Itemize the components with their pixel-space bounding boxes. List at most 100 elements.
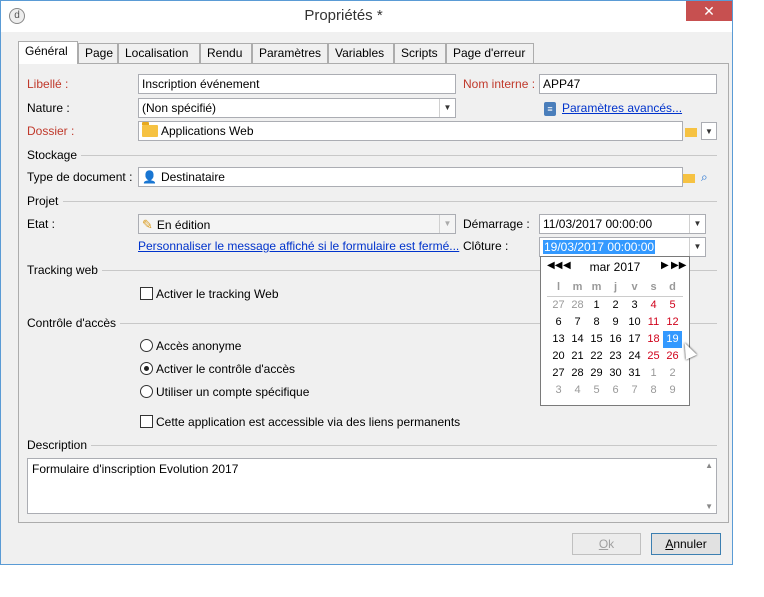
calendar-day[interactable]: 20 <box>549 348 568 365</box>
etat-label: Etat : <box>27 217 56 231</box>
scroll-up-icon[interactable]: ▲ <box>705 461 713 470</box>
calendar-day[interactable]: 25 <box>644 348 663 365</box>
date-picker-popup: ◀◀ ◀ mar 2017 ▶ ▶▶ l m m j v s d 27 28 1 2 3 4 5 6 7 8 9 1… <box>540 256 690 406</box>
calendar-day[interactable]: 10 <box>625 314 644 331</box>
calendar-day[interactable]: 18 <box>644 331 663 348</box>
calendar-day[interactable]: 17 <box>625 331 644 348</box>
radio-acces-anonyme[interactable] <box>140 339 153 352</box>
calendar-day[interactable]: 30 <box>606 365 625 382</box>
calendar-day[interactable]: 5 <box>587 382 606 399</box>
tab-variables[interactable]: Variables <box>328 43 394 63</box>
tab-page[interactable]: Page <box>78 43 118 63</box>
demarrage-input[interactable]: 11/03/2017 00:00:00 ▼ <box>539 214 706 234</box>
chevron-down-icon[interactable]: ▼ <box>439 99 455 117</box>
type-document-input[interactable]: 👤 Destinataire <box>138 167 683 187</box>
dossier-dropdown-button[interactable]: ▼ <box>701 122 717 140</box>
permalink-checkbox[interactable] <box>140 415 153 428</box>
dossier-label: Dossier : <box>27 124 75 138</box>
folder-browse-icon[interactable] <box>685 128 697 137</box>
nature-select[interactable]: (Non spécifié) ▼ <box>138 98 456 118</box>
description-textarea[interactable]: Formulaire d'inscription Evolution 2017 … <box>27 458 717 514</box>
calendar-day[interactable]: 28 <box>568 365 587 382</box>
nature-label: Nature : <box>27 101 70 115</box>
calendar-day[interactable]: 12 <box>663 314 682 331</box>
calendar-dow-4: v <box>631 281 638 293</box>
calendar-day[interactable]: 14 <box>568 331 587 348</box>
calendar-day[interactable]: 2 <box>663 365 682 382</box>
dossier-value: Applications Web <box>161 124 254 138</box>
search-icon[interactable]: ⌕ <box>701 170 708 185</box>
type-folder-icon[interactable] <box>683 174 695 183</box>
scroll-down-icon[interactable]: ▼ <box>705 502 713 511</box>
window-title: Propriétés * <box>304 7 383 24</box>
calendar-day[interactable]: 8 <box>587 314 606 331</box>
calendar-day[interactable]: 9 <box>606 314 625 331</box>
tab-general[interactable]: Général <box>18 41 78 64</box>
ok-label-rest: k <box>608 537 615 551</box>
calendar-day[interactable]: 24 <box>625 348 644 365</box>
calendar-day[interactable]: 16 <box>606 331 625 348</box>
tab-parametres[interactable]: Paramètres <box>252 43 328 63</box>
cancel-button[interactable]: Annuler <box>651 533 721 555</box>
calendar-day[interactable]: 3 <box>549 382 568 399</box>
calendar-day[interactable]: 8 <box>644 382 663 399</box>
calendar-day[interactable]: 15 <box>587 331 606 348</box>
libelle-input[interactable]: Inscription événement <box>138 74 456 94</box>
calendar-day[interactable]: 29 <box>587 365 606 382</box>
calendar-day[interactable]: 11 <box>644 314 663 331</box>
calendar-day[interactable]: 26 <box>663 348 682 365</box>
calendar-day[interactable]: 1 <box>644 365 663 382</box>
custom-closed-message-link[interactable]: Personnaliser le message affiché si le f… <box>138 239 459 253</box>
calendar-day[interactable]: 3 <box>625 297 644 314</box>
calendar-day[interactable]: 2 <box>606 297 625 314</box>
calendar-day[interactable]: 27 <box>549 365 568 382</box>
calendar-day[interactable]: 4 <box>644 297 663 314</box>
tab-page-erreur[interactable]: Page d'erreur <box>446 43 534 63</box>
advanced-params-link[interactable]: Paramètres avancés... <box>562 101 682 115</box>
tab-localisation[interactable]: Localisation <box>118 43 200 63</box>
calendar-day[interactable]: 22 <box>587 348 606 365</box>
tracking-checkbox[interactable] <box>140 287 153 300</box>
radio-compte-specifique-label: Utiliser un compte spécifique <box>156 385 310 399</box>
chevron-down-icon[interactable]: ▼ <box>439 215 455 233</box>
calendar-day[interactable]: 1 <box>587 297 606 314</box>
permalink-checkbox-label: Cette application est accessible via des… <box>156 415 461 429</box>
calendar-day[interactable]: 21 <box>568 348 587 365</box>
chevron-down-icon[interactable]: ▼ <box>689 215 705 233</box>
tab-scripts[interactable]: Scripts <box>394 43 446 63</box>
calendar-day[interactable]: 31 <box>625 365 644 382</box>
calendar-day[interactable]: 13 <box>549 331 568 348</box>
calendar-day[interactable]: 6 <box>549 314 568 331</box>
etat-value: En édition <box>156 218 211 232</box>
calendar-day[interactable]: 6 <box>606 382 625 399</box>
cloture-input[interactable]: 19/03/2017 00:00:00 ▼ <box>539 237 706 257</box>
calendar-header: ◀◀ ◀ mar 2017 ▶ ▶▶ <box>541 257 689 277</box>
description-divider <box>91 445 717 446</box>
radio-compte-specifique[interactable] <box>140 385 153 398</box>
folder-icon <box>142 122 158 137</box>
calendar-day[interactable]: 7 <box>625 382 644 399</box>
nature-value: (Non spécifié) <box>142 101 217 115</box>
etat-select[interactable]: ✎ En édition ▼ <box>138 214 456 234</box>
tab-rendu[interactable]: Rendu <box>200 43 252 63</box>
description-value: Formulaire d'inscription Evolution 2017 <box>32 462 239 476</box>
ok-button[interactable]: Ok <box>572 533 641 555</box>
calendar-dow-3: j <box>613 281 618 293</box>
calendar-day[interactable]: 7 <box>568 314 587 331</box>
calendar-day[interactable]: 9 <box>663 382 682 399</box>
calendar-day[interactable]: 23 <box>606 348 625 365</box>
chevron-down-icon[interactable]: ▼ <box>689 238 705 256</box>
cloture-label: Clôture : <box>463 239 509 253</box>
dossier-input[interactable]: Applications Web <box>138 121 683 141</box>
close-button[interactable]: ✕ <box>686 1 732 21</box>
calendar-dow-5: s <box>650 281 657 293</box>
calendar-day[interactable]: 28 <box>568 297 587 314</box>
next-month-icon[interactable]: ▶ <box>661 260 669 271</box>
next-year-icon[interactable]: ▶▶ <box>671 260 686 271</box>
calendar-dow-1: m <box>572 281 583 293</box>
calendar-day[interactable]: 4 <box>568 382 587 399</box>
radio-controle-acces[interactable] <box>140 362 153 375</box>
calendar-day[interactable]: 27 <box>549 297 568 314</box>
nom-interne-input[interactable]: APP47 <box>539 74 717 94</box>
calendar-day[interactable]: 5 <box>663 297 682 314</box>
